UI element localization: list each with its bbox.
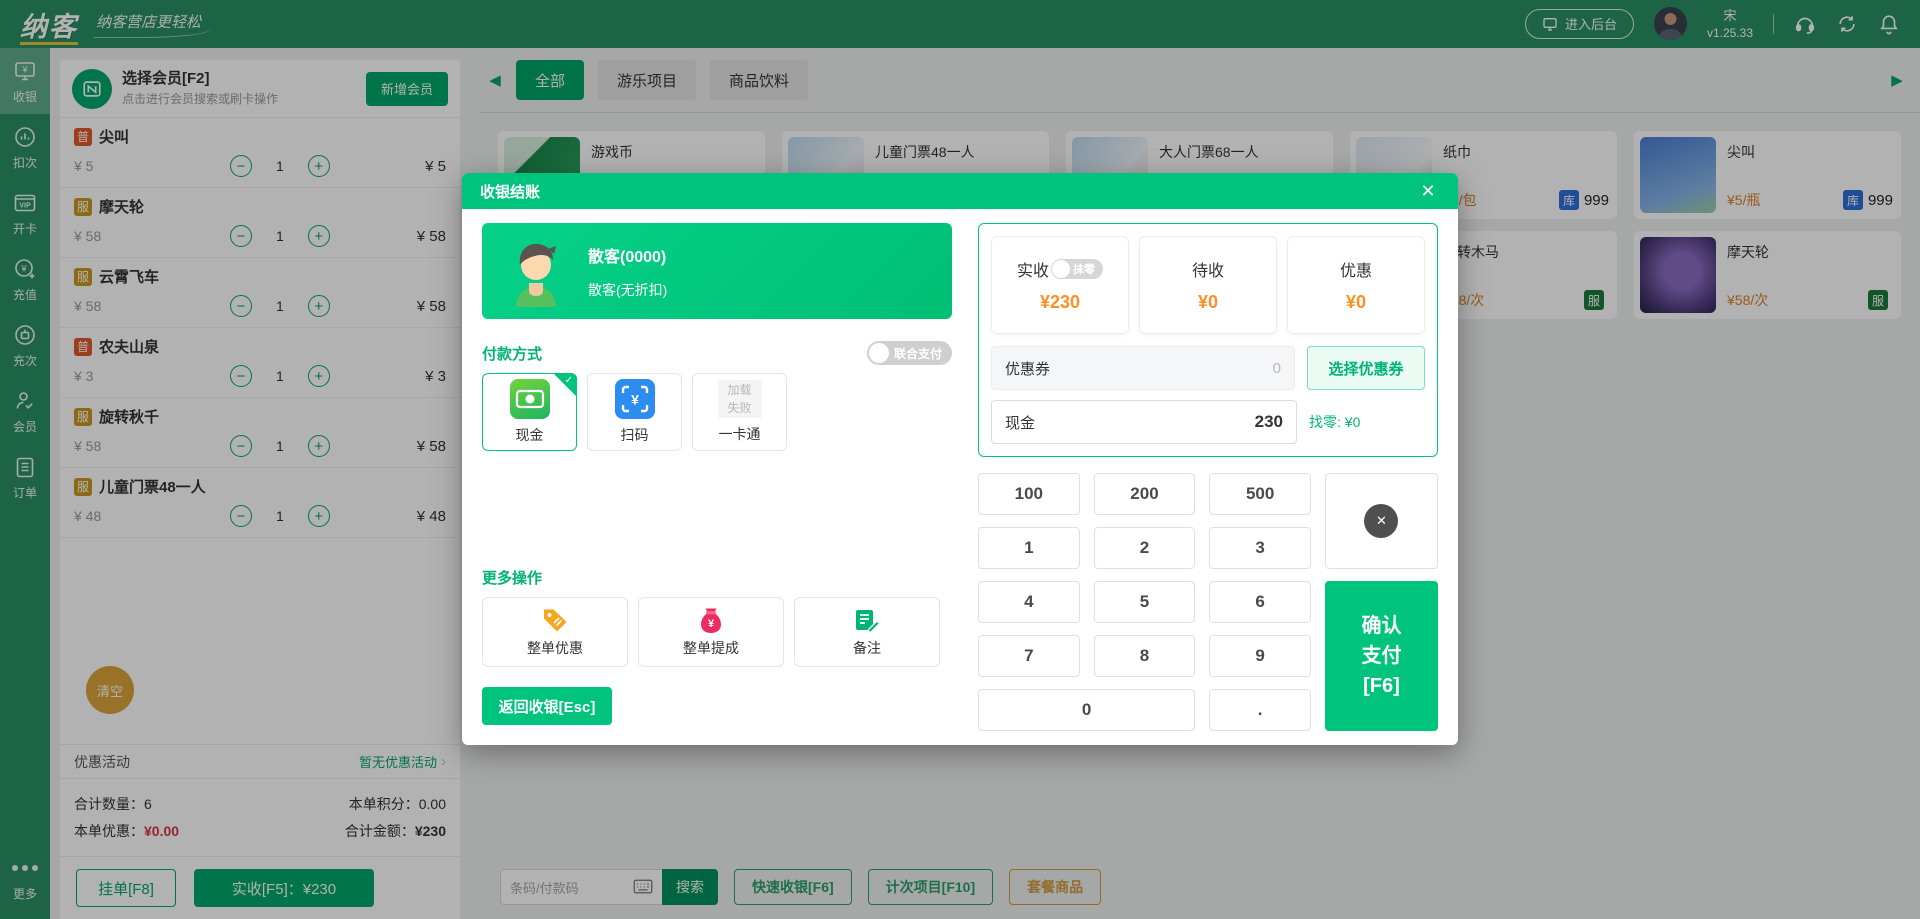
cash-label: 现金 [515, 427, 544, 443]
coupon-field[interactable]: 优惠券 0 [991, 346, 1295, 390]
modal-header: 收银结账 [462, 173, 1458, 209]
due-label: 待收 [1191, 263, 1224, 280]
coupon-count: 0 [1272, 359, 1281, 377]
numpad-key-9[interactable]: 9 [1209, 635, 1311, 677]
pos-screen: 纳客 纳客营店更轻松 进入后台 宋 v1.25.33 ¥ 收银 扣次 VIP 开… [0, 0, 1920, 919]
numpad-key-8[interactable]: 8 [1093, 635, 1196, 677]
note-label: 备注 [853, 640, 881, 656]
numpad-key-2[interactable]: 2 [1093, 527, 1196, 569]
numpad-key-1[interactable]: 1 [978, 527, 1080, 569]
toggle-knob [868, 343, 889, 363]
payment-method-scan[interactable]: ¥ 扫码 [587, 373, 682, 451]
received-label: 实收 [1016, 263, 1049, 280]
joint-pay-label: 联合支付 [893, 346, 942, 361]
payment-summary-panel: 实收 抹零 ¥230 待收 ¥0 优惠 ¥0 优惠券 0 选择优惠券 现金 23… [978, 223, 1438, 457]
money-bag-icon: ¥ [701, 608, 721, 633]
payment-methods: 现金 ¥ 扫码 加载失败 一卡通 [482, 373, 952, 451]
joint-pay-toggle[interactable]: 联合支付 [866, 341, 952, 365]
scan-label: 扫码 [620, 427, 649, 443]
svg-text:¥: ¥ [631, 392, 639, 408]
due-value: ¥0 [1197, 292, 1219, 312]
numpad-key-5[interactable]: 5 [1093, 581, 1196, 623]
discount-card: 优惠 ¥0 [1287, 236, 1425, 334]
coupon-label: 优惠券 [1005, 360, 1051, 378]
numpad: 100 200 500 1 2 3 4 5 6 确认 支付 [F6] 7 [978, 473, 1438, 731]
cash-field-label: 现金 [1005, 414, 1036, 432]
back-to-cashier-button[interactable]: 返回收银[Esc] [482, 687, 612, 725]
select-coupon-button[interactable]: 选择优惠券 [1307, 346, 1425, 390]
numpad-key-6[interactable]: 6 [1209, 581, 1311, 623]
numpad-key-100[interactable]: 100 [978, 473, 1080, 515]
cash-amount-value: 230 [1254, 412, 1283, 431]
order-commission-label: 整单提成 [683, 640, 739, 656]
numpad-key-200[interactable]: 200 [1093, 473, 1196, 515]
tag-icon [544, 609, 567, 632]
due-card: 待收 ¥0 [1139, 236, 1277, 334]
more-ops-heading: 更多操作 [482, 570, 543, 587]
discount-value: ¥0 [1345, 292, 1367, 312]
more-ops: 整单优惠 ¥ 整单提成 备注 [482, 597, 952, 667]
modal-member-name: 散客(0000) [588, 248, 667, 266]
modal-member-level: 散客(无折扣) [588, 281, 668, 298]
change-due-text: 找零: ¥0 [1309, 414, 1361, 430]
confirm-line: 确认 [1361, 615, 1402, 637]
note-icon [856, 610, 881, 633]
cash-amount-field[interactable]: 现金 230 [991, 400, 1297, 444]
backspace-icon [1364, 504, 1399, 538]
broken-image-icon: 加载失败 [717, 380, 762, 418]
member-avatar [516, 244, 556, 307]
numpad-key-500[interactable]: 500 [1209, 473, 1311, 515]
received-value: ¥230 [1039, 292, 1081, 312]
backspace-key[interactable] [1324, 473, 1438, 569]
discount-label: 优惠 [1339, 263, 1372, 280]
modal-title: 收银结账 [480, 183, 541, 201]
onecard-label: 一卡通 [718, 426, 761, 442]
checkout-modal: 收银结账 散客(0000) 散客(无折扣) [462, 173, 1458, 745]
payment-method-onecard[interactable]: 加载失败 一卡通 [692, 373, 787, 451]
payment-method-heading: 付款方式 [482, 345, 543, 363]
round-off-toggle[interactable]: 抹零 [1051, 259, 1103, 279]
note-button[interactable]: 备注 [794, 597, 940, 667]
received-card: 实收 抹零 ¥230 [991, 236, 1129, 334]
confirm-line: 支付 [1361, 645, 1402, 667]
numpad-key-3[interactable]: 3 [1209, 527, 1311, 569]
modal-member-card: 散客(0000) 散客(无折扣) [482, 223, 952, 319]
order-discount-label: 整单优惠 [527, 640, 583, 656]
cash-icon [509, 379, 550, 419]
round-off-label: 抹零 [1073, 264, 1095, 276]
close-icon[interactable] [1416, 181, 1440, 202]
toggle-knob [1052, 260, 1070, 278]
confirm-pay-button[interactable]: 确认 支付 [F6] [1324, 581, 1438, 731]
scan-pay-icon: ¥ [614, 379, 655, 419]
numpad-key-7[interactable]: 7 [978, 635, 1080, 677]
numpad-key-0[interactable]: 0 [978, 689, 1196, 731]
confirm-line: [F6] [1363, 675, 1400, 697]
svg-text:¥: ¥ [708, 618, 715, 630]
check-icon [565, 375, 573, 386]
numpad-key-4[interactable]: 4 [978, 581, 1080, 623]
numpad-key-dot[interactable]: . [1209, 689, 1311, 731]
order-commission-button[interactable]: ¥ 整单提成 [638, 597, 784, 667]
payment-method-cash[interactable]: 现金 [482, 373, 577, 451]
order-discount-button[interactable]: 整单优惠 [482, 597, 628, 667]
